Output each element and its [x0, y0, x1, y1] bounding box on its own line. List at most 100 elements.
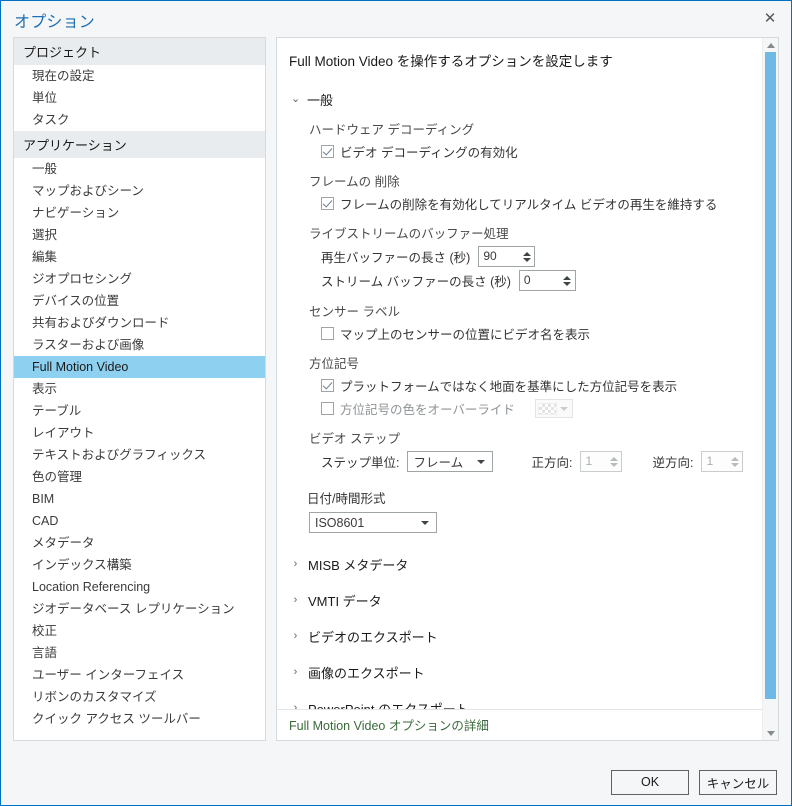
chevron-down-icon: ⌄ [291, 93, 301, 105]
spinner-stream-buffer[interactable]: 0 [518, 270, 576, 291]
scroll-up-arrow-icon[interactable] [763, 38, 778, 52]
sidebar-nav: プロジェクト 現在の設定 単位 タスク アプリケーション 一般 マップおよびシー… [13, 37, 266, 741]
sidebar-item-geodatabase-replication[interactable]: ジオデータベース レプリケーション [14, 598, 265, 620]
section-label: MISB メタデータ [308, 558, 409, 573]
sidebar-item-share-and-download[interactable]: 共有およびダウンロード [14, 312, 265, 334]
checkbox-enable-video-decoding[interactable] [321, 145, 334, 158]
chevron-right-icon: › [293, 666, 298, 678]
checkbox-row-enable-frame-drop[interactable]: フレームの削除を有効化してリアルタイム ビデオの再生を維持する [277, 194, 762, 213]
checkbox-override-azimuth-color[interactable] [321, 402, 334, 415]
vertical-scrollbar[interactable] [762, 38, 778, 740]
help-link[interactable]: Full Motion Video オプションの詳細 [289, 719, 489, 733]
checkbox-label: フレームの削除を有効化してリアルタイム ビデオの再生を維持する [340, 198, 718, 212]
sidebar-item-text-and-graphics[interactable]: テキストおよびグラフィックス [14, 444, 265, 466]
sidebar-item-raster-and-imagery[interactable]: ラスターおよび画像 [14, 334, 265, 356]
label-hardware-decoding: ハードウェア デコーディング [309, 123, 475, 137]
sidebar-item-cad[interactable]: CAD [14, 510, 265, 532]
sidebar-item-selection[interactable]: 選択 [14, 224, 265, 246]
dropdown-step-unit[interactable]: フレーム [407, 451, 494, 472]
spinner-value[interactable]: 1 [702, 452, 727, 471]
spinner-arrows[interactable] [727, 452, 742, 471]
checkbox-row-show-video-name[interactable]: マップ上のセンサーの位置にビデオ名を表示 [277, 324, 762, 343]
sidebar-item-current-settings[interactable]: 現在の設定 [14, 65, 265, 87]
scrollbar-thumb[interactable] [765, 52, 776, 700]
sidebar-item-quick-access-toolbar[interactable]: クイック アクセス ツールバー [14, 708, 265, 730]
scroll-down-arrow-icon[interactable] [763, 726, 778, 740]
sidebar-item-color-management[interactable]: 色の管理 [14, 466, 265, 488]
spinner-down-icon[interactable] [730, 462, 739, 467]
sidebar-item-display[interactable]: 表示 [14, 378, 265, 400]
sidebar-item-map-and-scene[interactable]: マップおよびシーン [14, 180, 265, 202]
section-image-export[interactable]: › 画像のエクスポート [277, 663, 762, 682]
checkbox-row-enable-video-decoding[interactable]: ビデオ デコーディングの有効化 [277, 142, 762, 161]
dropdown-value: フレーム [413, 456, 464, 470]
title-bar: オプション ✕ [1, 1, 791, 37]
sidebar-item-units[interactable]: 単位 [14, 87, 265, 109]
chevron-down-icon [421, 520, 429, 525]
label-playback-buffer: 再生バッファーの長さ (秒) [321, 251, 471, 265]
sidebar-item-full-motion-video[interactable]: Full Motion Video [14, 356, 265, 378]
section-video-export[interactable]: › ビデオのエクスポート [277, 627, 762, 646]
sidebar-item-indexing[interactable]: インデックス構築 [14, 554, 265, 576]
field-row-video-step: ステップ単位: フレーム 正方向: 1 逆方向: 1 [277, 451, 762, 472]
label-forward-step: 正方向: [531, 456, 573, 470]
section-misb-metadata[interactable]: › MISB メタデータ [277, 555, 762, 574]
spinner-playback-buffer[interactable]: 90 [478, 246, 536, 267]
dropdown-datetime-format[interactable]: ISO8601 [309, 512, 437, 533]
sidebar-item-metadata[interactable]: メタデータ [14, 532, 265, 554]
sidebar-item-geoprocessing[interactable]: ジオプロセシング [14, 268, 265, 290]
checkbox-row-override-azimuth-color[interactable]: 方位記号の色をオーバーライド [277, 399, 762, 418]
spinner-backward-step[interactable]: 1 [701, 451, 744, 472]
checkbox-label: 方位記号の色をオーバーライド [340, 403, 515, 417]
sidebar-item-editing[interactable]: 編集 [14, 246, 265, 268]
spinner-down-icon[interactable] [609, 462, 618, 467]
spinner-value[interactable]: 90 [479, 247, 519, 266]
spinner-arrows[interactable] [519, 247, 534, 266]
spinner-value[interactable]: 1 [581, 452, 606, 471]
sidebar-item-tasks[interactable]: タスク [14, 109, 265, 131]
scrollbar-track[interactable] [763, 52, 778, 726]
label-datetime-format: 日付/時間形式 [307, 492, 386, 506]
sidebar-item-navigation[interactable]: ナビゲーション [14, 202, 265, 224]
sidebar-item-device-location[interactable]: デバイスの位置 [14, 290, 265, 312]
checkbox-enable-frame-drop[interactable] [321, 197, 334, 210]
spinner-arrows[interactable] [560, 271, 575, 290]
spinner-down-icon[interactable] [563, 281, 572, 286]
sidebar-item-calibration[interactable]: 校正 [14, 620, 265, 642]
section-vmti-data[interactable]: › VMTI データ [277, 591, 762, 610]
sidebar-item-location-referencing[interactable]: Location Referencing [14, 576, 265, 598]
spinner-up-icon[interactable] [563, 275, 572, 280]
label-azimuth-symbol: 方位記号 [309, 357, 360, 371]
ok-button[interactable]: OK [611, 769, 689, 795]
sidebar-item-user-interface[interactable]: ユーザー インターフェイス [14, 664, 265, 686]
sidebar-item-table[interactable]: テーブル [14, 400, 265, 422]
sidebar-item-customize-ribbon[interactable]: リボンのカスタマイズ [14, 686, 265, 708]
close-icon[interactable]: ✕ [753, 3, 787, 33]
spinner-down-icon[interactable] [522, 257, 531, 262]
sidebar-item-bim[interactable]: BIM [14, 488, 265, 510]
cancel-button[interactable]: キャンセル [699, 769, 777, 795]
spinner-up-icon[interactable] [730, 456, 739, 461]
spinner-up-icon[interactable] [522, 251, 531, 256]
sidebar-group-application: アプリケーション 一般 マップおよびシーン ナビゲーション 選択 編集 ジオプロ… [14, 131, 265, 730]
sidebar-item-general[interactable]: 一般 [14, 158, 265, 180]
spinner-forward-step[interactable]: 1 [580, 451, 623, 472]
field-row-playback-buffer: 再生バッファーの長さ (秒) 90 [277, 246, 762, 267]
checkbox-ground-relative-azimuth[interactable] [321, 379, 334, 392]
color-swatch-picker[interactable] [534, 399, 573, 418]
sidebar-group-project: プロジェクト 現在の設定 単位 タスク [14, 38, 265, 131]
section-general[interactable]: ⌄ 一般 [277, 90, 762, 109]
checkbox-show-video-name[interactable] [321, 327, 334, 340]
label-stream-buffer: ストリーム バッファーの長さ (秒) [321, 275, 511, 289]
section-label: ビデオのエクスポート [308, 630, 438, 645]
dialog-title: オプション [14, 14, 96, 31]
dialog-footer: OK キャンセル [1, 759, 791, 805]
spinner-arrows[interactable] [606, 452, 621, 471]
dialog-body: プロジェクト 現在の設定 単位 タスク アプリケーション 一般 マップおよびシー… [1, 37, 791, 759]
sidebar-item-layout[interactable]: レイアウト [14, 422, 265, 444]
spinner-value[interactable]: 0 [520, 271, 560, 290]
checkbox-row-ground-relative-azimuth[interactable]: プラットフォームではなく地面を基準にした方位記号を表示 [277, 376, 762, 395]
sidebar-item-language[interactable]: 言語 [14, 642, 265, 664]
label-sensor-label: センサー ラベル [309, 305, 400, 319]
spinner-up-icon[interactable] [609, 456, 618, 461]
